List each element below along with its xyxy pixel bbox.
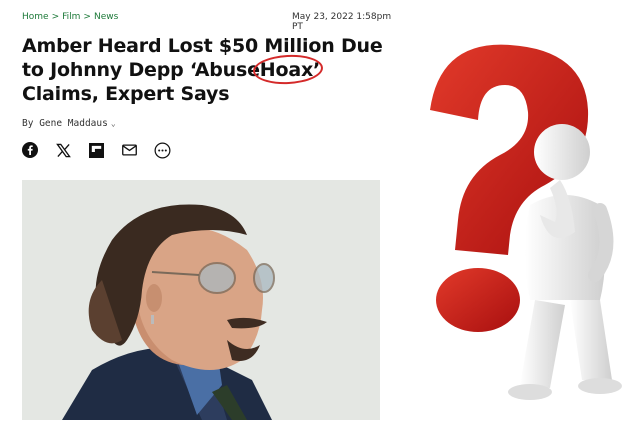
breadcrumb-news[interactable]: News bbox=[94, 12, 118, 22]
headline: Amber Heard Lost $50 Million Due to John… bbox=[22, 34, 394, 106]
facebook-icon[interactable] bbox=[20, 140, 40, 160]
breadcrumb-separator: > bbox=[83, 12, 91, 22]
author-link[interactable]: Gene Maddaus bbox=[39, 118, 108, 129]
chevron-down-icon[interactable]: ⌄ bbox=[111, 119, 116, 128]
breadcrumb-film[interactable]: Film bbox=[62, 12, 80, 22]
question-figure-illustration bbox=[400, 0, 640, 427]
byline: By Gene Maddaus ⌄ bbox=[22, 118, 116, 129]
email-icon[interactable] bbox=[119, 140, 139, 160]
breadcrumb-home[interactable]: Home bbox=[22, 12, 49, 22]
headline-circled-word: Hoax bbox=[252, 53, 324, 86]
flipboard-icon[interactable] bbox=[86, 140, 106, 160]
headline-text-start: Amber Heard Lost $50 Million Due to John… bbox=[22, 35, 383, 81]
breadcrumb-separator: > bbox=[51, 12, 60, 22]
publish-date: May 23, 2022 1:58pm PT bbox=[292, 12, 392, 32]
share-bar bbox=[20, 140, 172, 160]
article-panel: Home > Film > News May 23, 2022 1:58pm PT Am… bbox=[0, 0, 400, 427]
more-icon[interactable] bbox=[152, 140, 172, 160]
article-photo bbox=[22, 180, 380, 420]
byline-prefix: By bbox=[22, 118, 34, 129]
breadcrumb: Home > Film > News bbox=[22, 12, 118, 22]
x-icon[interactable] bbox=[53, 140, 73, 160]
